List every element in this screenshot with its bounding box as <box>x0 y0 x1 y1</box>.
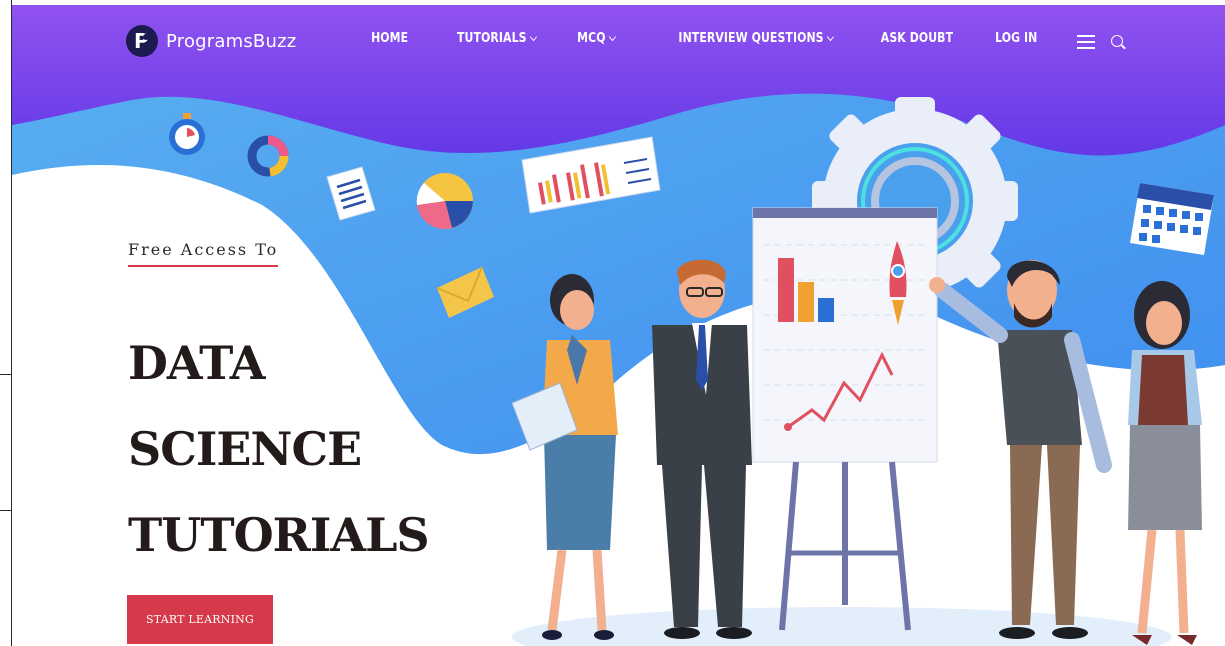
nav-tutorials-label: TUTORIALS <box>456 31 527 46</box>
browser-frame-edge <box>0 0 12 646</box>
search-icon[interactable] <box>1111 35 1123 47</box>
brand-name: ProgramsBuzz <box>166 30 297 52</box>
hero-eyebrow: Free Access To <box>128 240 279 267</box>
site-header: P ProgramsBuzz HOME TUTORIALS MCQ INTERV… <box>12 5 1225 75</box>
hamburger-icon[interactable] <box>1077 35 1095 49</box>
nav-ask-doubt-label: ASK DOUBT <box>880 31 953 46</box>
chevron-down-icon <box>529 32 537 41</box>
nav-ask-doubt[interactable]: ASK DOUBT <box>880 31 952 46</box>
chevron-down-icon <box>826 32 834 41</box>
nav-interview-questions[interactable]: INTERVIEW QUESTIONS <box>678 31 834 46</box>
hero-eyebrow-wrap: Free Access To <box>128 240 279 267</box>
nav-log-in[interactable]: LOG IN <box>995 31 1037 46</box>
nav-home-label: HOME <box>370 31 408 46</box>
nav-mcq-label: MCQ <box>576 31 606 46</box>
chevron-down-icon <box>608 32 616 41</box>
nav-home[interactable]: HOME <box>371 31 408 46</box>
hero-headline: DATA SCIENCE TUTORIALS <box>128 320 430 578</box>
start-learning-button[interactable]: START LEARNING <box>127 595 273 644</box>
nav-mcq[interactable]: MCQ <box>576 31 616 46</box>
headline-line-2: SCIENCE <box>128 422 362 476</box>
logo-mark-icon: P <box>126 25 158 57</box>
nav-tutorials[interactable]: TUTORIALS <box>456 31 537 46</box>
headline-line-1: DATA <box>128 336 265 390</box>
headline-line-3: TUTORIALS <box>128 508 430 562</box>
nav-log-in-label: LOG IN <box>994 31 1037 46</box>
brand-logo[interactable]: P ProgramsBuzz <box>126 25 296 57</box>
nav-interview-questions-label: INTERVIEW QUESTIONS <box>678 31 824 46</box>
main-nav: HOME TUTORIALS MCQ INTERVIEW QUESTIONS A… <box>330 31 1037 46</box>
